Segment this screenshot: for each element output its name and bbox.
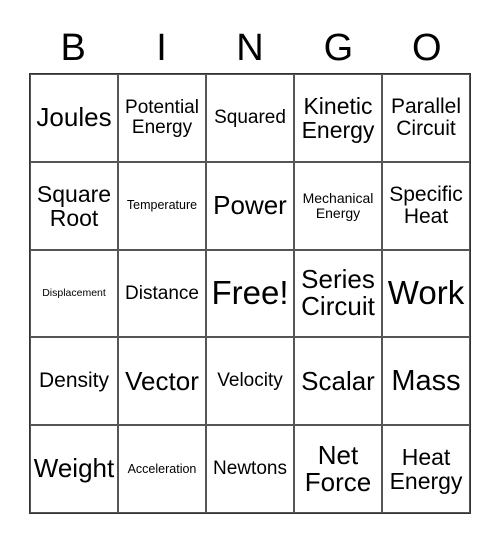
cell-text: Parallel Circuit bbox=[390, 94, 462, 140]
bingo-cell[interactable]: Power bbox=[206, 161, 294, 250]
header-letter-n: N bbox=[236, 27, 264, 69]
bingo-cell[interactable]: Square Root bbox=[30, 161, 118, 250]
header-letter-g: G bbox=[323, 27, 354, 69]
cell-text: Joules bbox=[36, 102, 112, 133]
cell-text: Heat Energy bbox=[389, 443, 463, 495]
cell-text: Velocity bbox=[217, 370, 283, 392]
cell-text: Acceleration bbox=[127, 461, 197, 476]
cell-text: Scalar bbox=[301, 365, 375, 396]
bingo-cell[interactable]: Weight bbox=[30, 425, 118, 513]
cell-text: Weight bbox=[33, 453, 115, 484]
bingo-cell[interactable]: Potential Energy bbox=[118, 74, 206, 162]
cell-text: Series Circuit bbox=[301, 264, 375, 322]
cell-text: Displacement bbox=[42, 286, 106, 299]
cell-text: Net Force bbox=[304, 439, 372, 498]
cell-text: Distance bbox=[125, 282, 199, 304]
bingo-cell[interactable]: Density bbox=[30, 337, 118, 426]
bingo-cell[interactable]: Velocity bbox=[206, 337, 294, 426]
bingo-cell[interactable]: Squared bbox=[206, 74, 294, 162]
bingo-cell[interactable]: Work bbox=[382, 249, 470, 338]
header-letter-o: O bbox=[411, 27, 442, 69]
cell-text: Free! bbox=[211, 274, 289, 312]
cell-text: Mechanical Energy bbox=[302, 190, 374, 221]
bingo-cell[interactable]: Scalar bbox=[294, 337, 382, 426]
bingo-cell[interactable]: Distance bbox=[118, 249, 206, 338]
header-letter-b: B bbox=[60, 27, 86, 69]
bingo-cell[interactable]: Net Force bbox=[294, 425, 382, 513]
cell-text: Kinetic Energy bbox=[301, 92, 375, 143]
bingo-cell[interactable]: Vector bbox=[118, 337, 206, 426]
bingo-cell[interactable]: Mechanical Energy bbox=[294, 161, 382, 250]
bingo-cell[interactable]: Mass bbox=[382, 337, 470, 426]
cell-text: Power bbox=[213, 190, 287, 221]
bingo-cell[interactable]: Acceleration bbox=[118, 425, 206, 513]
bingo-cell[interactable]: Kinetic Energy bbox=[294, 74, 382, 162]
cell-text: Square Root bbox=[36, 180, 112, 231]
bingo-cell[interactable]: Specific Heat bbox=[382, 161, 470, 250]
cell-text: Potential Energy bbox=[125, 96, 199, 138]
free-space-cell[interactable]: Free! bbox=[206, 249, 294, 338]
bingo-cell[interactable]: Newtons bbox=[206, 425, 294, 513]
bingo-card-grid: Joules Potential Energy Squared Kinetic … bbox=[29, 73, 471, 514]
header-letter-i: I bbox=[156, 27, 167, 69]
bingo-cell[interactable]: Parallel Circuit bbox=[382, 74, 470, 162]
bingo-cell[interactable]: Displacement bbox=[30, 249, 118, 338]
cell-text: Temperature bbox=[126, 198, 198, 213]
cell-text: Work bbox=[387, 274, 465, 312]
cell-text: Density bbox=[38, 369, 110, 393]
cell-text: Vector bbox=[125, 365, 199, 396]
bingo-cell[interactable]: Temperature bbox=[118, 161, 206, 250]
cell-text: Specific Heat bbox=[389, 182, 463, 228]
bingo-cell[interactable]: Series Circuit bbox=[294, 249, 382, 338]
cell-text: Squared bbox=[214, 106, 286, 128]
bingo-cell[interactable]: Joules bbox=[30, 74, 118, 162]
bingo-header: B I N G O bbox=[29, 26, 471, 70]
bingo-cell[interactable]: Heat Energy bbox=[382, 425, 470, 513]
cell-text: Mass bbox=[391, 365, 461, 398]
cell-text: Newtons bbox=[213, 458, 287, 480]
